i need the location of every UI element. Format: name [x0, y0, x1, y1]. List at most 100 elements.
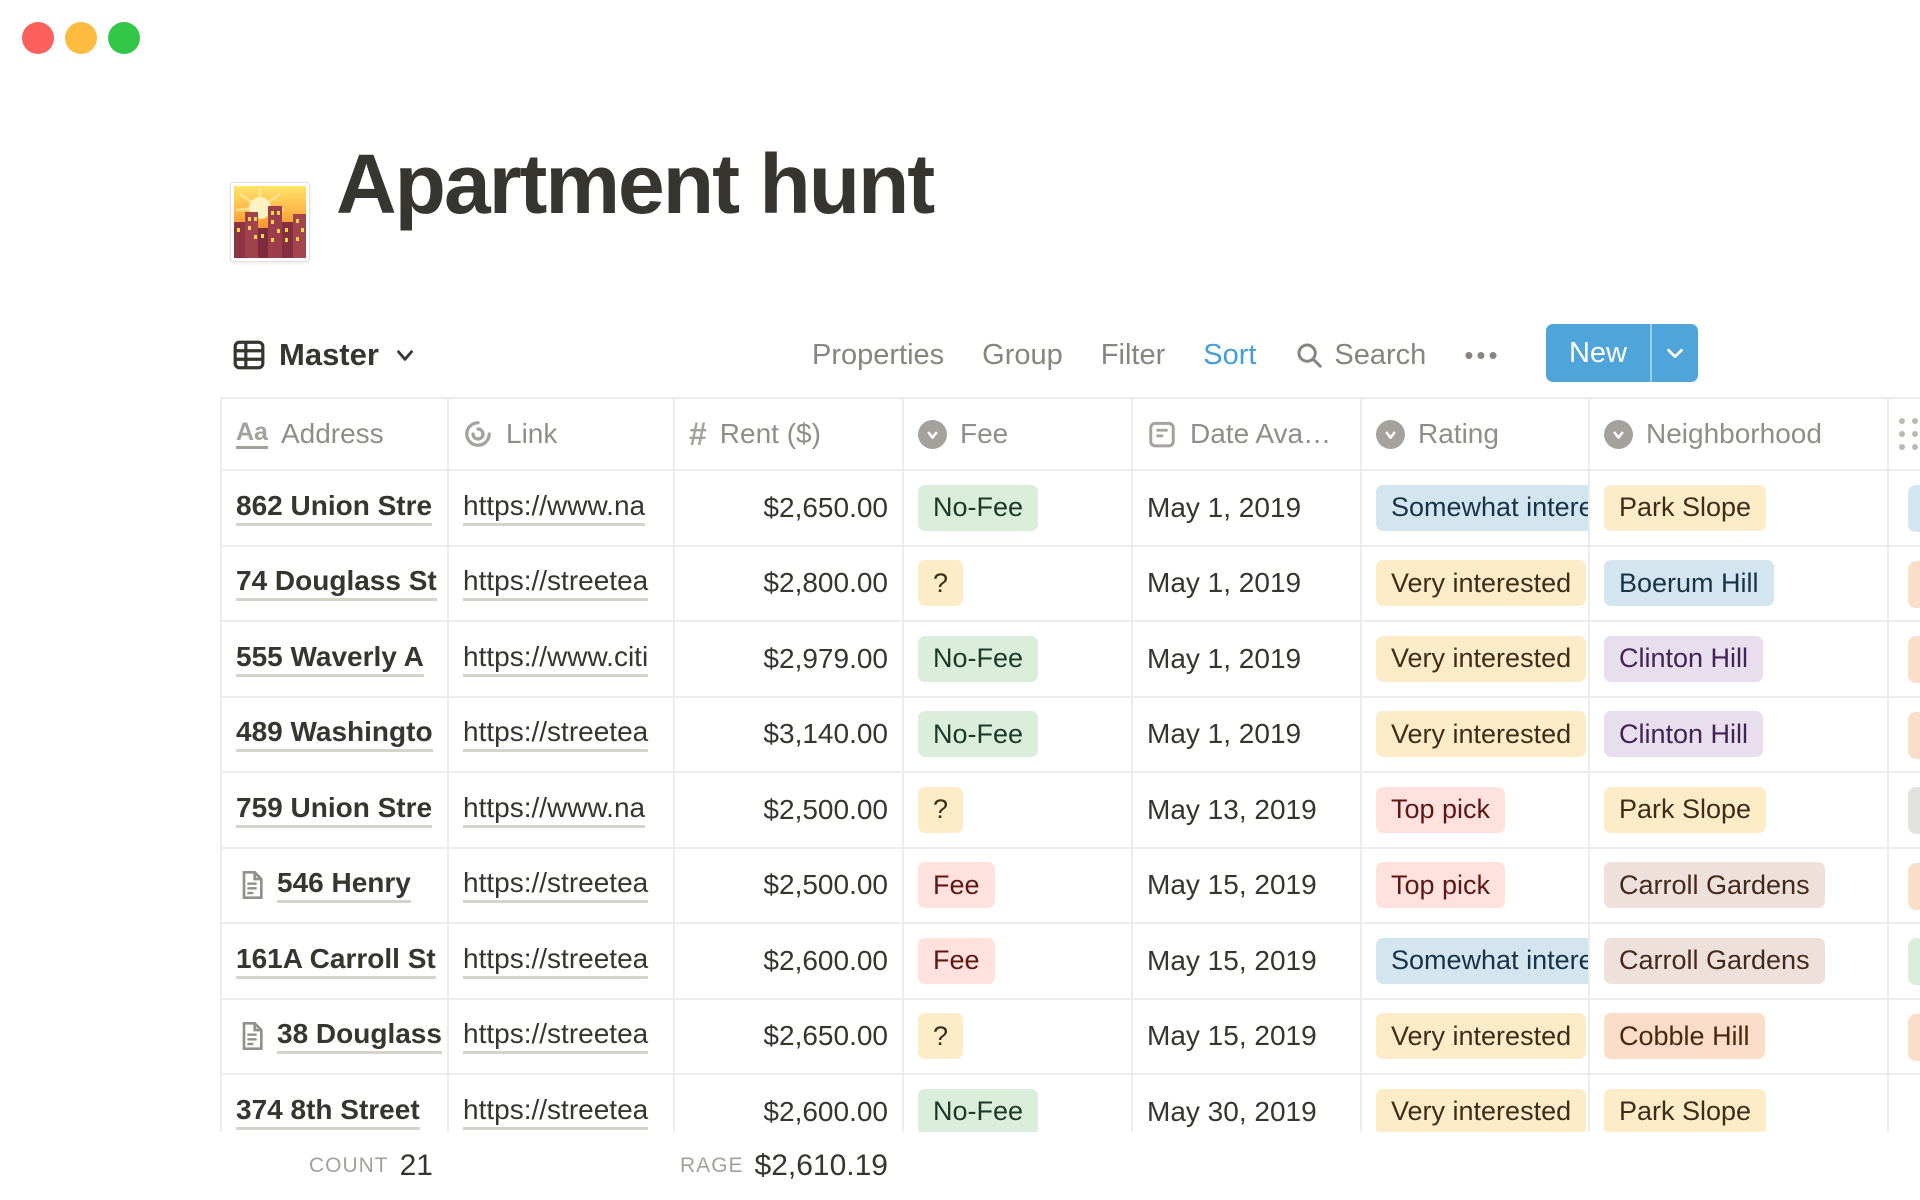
- cell-neighborhood[interactable]: Park Slope: [1590, 1075, 1889, 1132]
- page-emoji-icon[interactable]: [230, 182, 310, 262]
- cell-date-available[interactable]: May 30, 2019: [1133, 1075, 1362, 1132]
- cell-link[interactable]: https://streetea: [449, 1075, 675, 1132]
- cell-link[interactable]: https://streetea: [449, 1000, 675, 1074]
- cell-clipped-column[interactable]: [1889, 471, 1920, 545]
- cell-link[interactable]: https://streetea: [449, 547, 675, 621]
- filter-button[interactable]: Filter: [1101, 339, 1165, 372]
- cell-rent[interactable]: $2,650.00: [675, 1000, 904, 1074]
- cell-rent[interactable]: $3,140.00: [675, 698, 904, 772]
- cell-neighborhood[interactable]: Cobble Hill: [1590, 1000, 1889, 1074]
- url-property-icon: [463, 419, 493, 449]
- cell-fee[interactable]: ?: [904, 547, 1133, 621]
- cell-address[interactable]: 555 Waverly A: [222, 622, 449, 696]
- column-header-rent[interactable]: # Rent ($): [675, 399, 904, 469]
- column-header-rating[interactable]: Rating: [1362, 399, 1590, 469]
- column-header-link[interactable]: Link: [449, 399, 675, 469]
- zoom-window-button[interactable]: [108, 22, 140, 54]
- rent-value: $2,800.00: [763, 567, 888, 599]
- cell-address[interactable]: 489 Washingto: [222, 698, 449, 772]
- cell-link[interactable]: https://www.na: [449, 471, 675, 545]
- cell-date-available[interactable]: May 1, 2019: [1133, 471, 1362, 545]
- address-text: 374 8th Street: [236, 1094, 420, 1130]
- cell-address[interactable]: 74 Douglass St: [222, 547, 449, 621]
- column-header-clipped[interactable]: [1889, 399, 1920, 469]
- cell-address[interactable]: 546 Henry: [222, 849, 449, 923]
- cell-link[interactable]: https://www.citi: [449, 622, 675, 696]
- cell-date-available[interactable]: May 1, 2019: [1133, 547, 1362, 621]
- average-calculation[interactable]: RAGE $2,610.19: [673, 1132, 902, 1200]
- cell-rent[interactable]: $2,500.00: [675, 773, 904, 847]
- cell-fee[interactable]: Fee: [904, 924, 1133, 998]
- cell-clipped-column[interactable]: [1889, 924, 1920, 998]
- cell-rent[interactable]: $2,500.00: [675, 849, 904, 923]
- cell-link[interactable]: https://streetea: [449, 698, 675, 772]
- cell-fee[interactable]: No-Fee: [904, 698, 1133, 772]
- cell-address[interactable]: 374 8th Street: [222, 1075, 449, 1132]
- cell-neighborhood[interactable]: Boerum Hill: [1590, 547, 1889, 621]
- cell-clipped-column[interactable]: [1889, 622, 1920, 696]
- cell-date-available[interactable]: May 15, 2019: [1133, 924, 1362, 998]
- cell-neighborhood[interactable]: Carroll Gardens: [1590, 924, 1889, 998]
- cell-rating[interactable]: Very interested: [1362, 1000, 1590, 1074]
- cell-address[interactable]: 38 Douglass: [222, 1000, 449, 1074]
- cell-address[interactable]: 862 Union Stre: [222, 471, 449, 545]
- cell-clipped-column[interactable]: [1889, 547, 1920, 621]
- cell-rating[interactable]: Very interested: [1362, 698, 1590, 772]
- cell-fee[interactable]: No-Fee: [904, 622, 1133, 696]
- cell-date-available[interactable]: May 1, 2019: [1133, 622, 1362, 696]
- cell-rent[interactable]: $2,979.00: [675, 622, 904, 696]
- cell-fee[interactable]: Fee: [904, 849, 1133, 923]
- page-title[interactable]: Apartment hunt: [336, 136, 933, 233]
- sort-button[interactable]: Sort: [1203, 339, 1256, 372]
- cell-neighborhood[interactable]: Clinton Hill: [1590, 622, 1889, 696]
- cell-neighborhood[interactable]: Park Slope: [1590, 471, 1889, 545]
- cell-clipped-column[interactable]: [1889, 849, 1920, 923]
- cell-fee[interactable]: ?: [904, 773, 1133, 847]
- cell-rent[interactable]: $2,600.00: [675, 1075, 904, 1132]
- cell-date-available[interactable]: May 15, 2019: [1133, 849, 1362, 923]
- cell-clipped-column[interactable]: [1889, 698, 1920, 772]
- cell-rating[interactable]: Top pick: [1362, 773, 1590, 847]
- rating-tag: Very interested: [1376, 636, 1586, 682]
- cell-rating[interactable]: Very interested: [1362, 622, 1590, 696]
- properties-button[interactable]: Properties: [812, 339, 944, 372]
- cell-rent[interactable]: $2,800.00: [675, 547, 904, 621]
- cell-link[interactable]: https://www.na: [449, 773, 675, 847]
- cell-rating[interactable]: Very interested: [1362, 547, 1590, 621]
- column-header-date-available[interactable]: Date Ava…: [1133, 399, 1362, 469]
- column-header-address[interactable]: Aa Address: [222, 399, 449, 469]
- cell-rating[interactable]: Very interested: [1362, 1075, 1590, 1132]
- cell-clipped-column[interactable]: [1889, 1000, 1920, 1074]
- cell-address[interactable]: 161A Carroll St: [222, 924, 449, 998]
- cell-date-available[interactable]: May 15, 2019: [1133, 1000, 1362, 1074]
- cell-link[interactable]: https://streetea: [449, 849, 675, 923]
- cell-address[interactable]: 759 Union Stre: [222, 773, 449, 847]
- cell-neighborhood[interactable]: Carroll Gardens: [1590, 849, 1889, 923]
- cell-link[interactable]: https://streetea: [449, 924, 675, 998]
- cell-clipped-column[interactable]: [1889, 1075, 1920, 1132]
- cell-rating[interactable]: Somewhat interested: [1362, 924, 1590, 998]
- cell-neighborhood[interactable]: Clinton Hill: [1590, 698, 1889, 772]
- cell-date-available[interactable]: May 1, 2019: [1133, 698, 1362, 772]
- cell-rent[interactable]: $2,600.00: [675, 924, 904, 998]
- cell-rent[interactable]: $2,650.00: [675, 471, 904, 545]
- group-button[interactable]: Group: [982, 339, 1063, 372]
- new-dropdown-button[interactable]: [1652, 324, 1698, 382]
- minimize-window-button[interactable]: [65, 22, 97, 54]
- more-options-button[interactable]: •••: [1464, 340, 1500, 371]
- new-button[interactable]: New: [1546, 324, 1698, 382]
- cell-fee[interactable]: ?: [904, 1000, 1133, 1074]
- count-calculation[interactable]: COUNT 21: [220, 1132, 447, 1200]
- cell-fee[interactable]: No-Fee: [904, 471, 1133, 545]
- cell-neighborhood[interactable]: Park Slope: [1590, 773, 1889, 847]
- view-tab-master[interactable]: Master: [232, 326, 418, 384]
- search-button[interactable]: Search: [1294, 339, 1426, 372]
- column-header-neighborhood[interactable]: Neighborhood: [1590, 399, 1889, 469]
- column-header-fee[interactable]: Fee: [904, 399, 1133, 469]
- cell-clipped-column[interactable]: [1889, 773, 1920, 847]
- cell-rating[interactable]: Top pick: [1362, 849, 1590, 923]
- close-window-button[interactable]: [22, 22, 54, 54]
- cell-rating[interactable]: Somewhat interested: [1362, 471, 1590, 545]
- cell-date-available[interactable]: May 13, 2019: [1133, 773, 1362, 847]
- cell-fee[interactable]: No-Fee: [904, 1075, 1133, 1132]
